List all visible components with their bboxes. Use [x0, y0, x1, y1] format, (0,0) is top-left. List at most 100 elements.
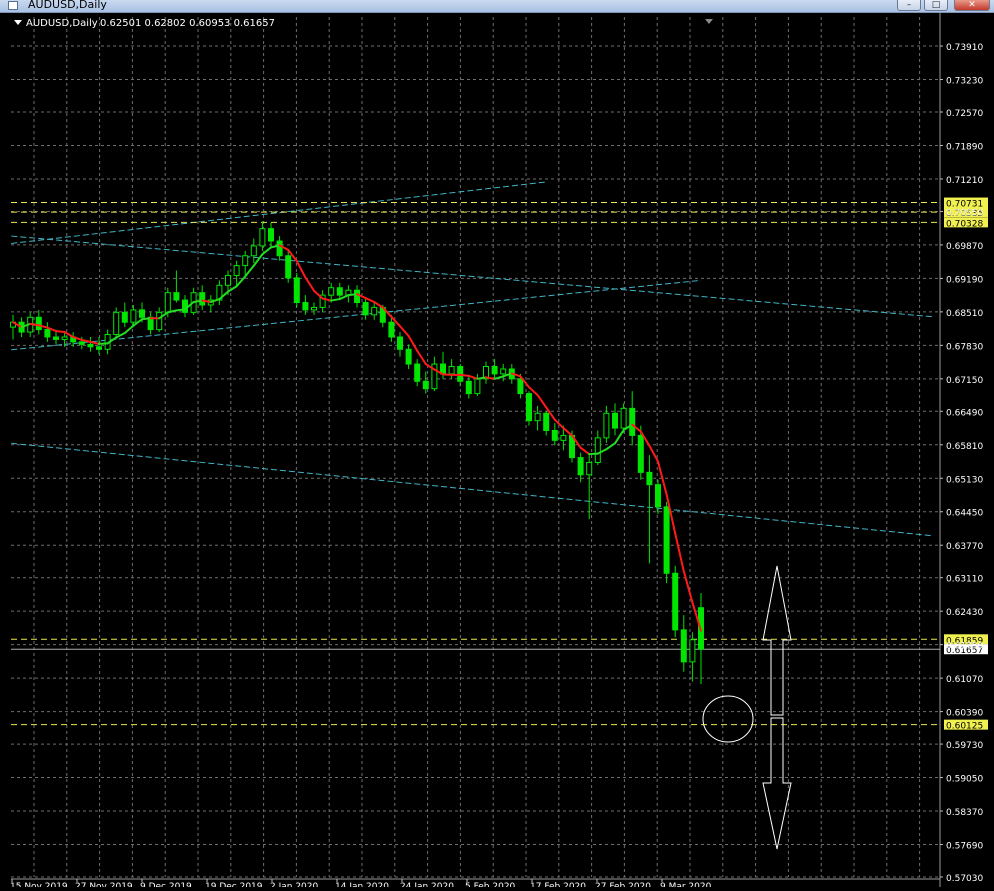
close-button[interactable]: ✕: [954, 0, 990, 11]
ma-segment-up: [340, 295, 349, 299]
ma-segment-down: [563, 428, 572, 435]
ma-segment-down: [305, 277, 314, 290]
ma-segment-down: [400, 326, 409, 336]
price-tick-label: 0.67150: [946, 376, 983, 386]
candle-bear: [544, 413, 549, 430]
candle-bear: [423, 381, 428, 388]
price-tick-label: 0.61750: [946, 642, 983, 652]
candle-bull: [243, 256, 248, 266]
candle-bull: [535, 413, 540, 420]
candle-bear: [277, 241, 282, 256]
candle-bull: [595, 438, 600, 463]
candle-bull: [561, 435, 566, 440]
candle-bull: [690, 640, 695, 662]
price-tick-label: 0.73910: [946, 43, 983, 53]
price-tick-label: 0.59050: [946, 775, 983, 785]
price-tick-label: 0.65810: [946, 442, 983, 452]
trendline-upper[interactable]: [11, 236, 933, 317]
candle-bear: [656, 485, 661, 507]
candle-bear: [303, 303, 308, 310]
candle-bull: [131, 310, 136, 322]
window-title: AUDUSD,Daily: [28, 0, 107, 11]
horizontal-levels[interactable]: 0.707310.705350.703280.618590.601250.616…: [11, 198, 988, 732]
candle-bull: [372, 307, 377, 314]
candle-bear: [269, 229, 274, 241]
ma-segment-down: [56, 331, 65, 332]
candle-bear: [140, 310, 145, 317]
candle-bear: [389, 322, 394, 337]
candle-bear: [174, 293, 179, 300]
date-axis: 15 Nov 201927 Nov 20199 Dec 201919 Dec 2…: [10, 879, 712, 887]
price-tick-label: 0.64450: [946, 509, 983, 519]
candle-bull: [621, 408, 626, 428]
price-tick-label: 0.69870: [946, 242, 983, 252]
candle-bear: [337, 288, 342, 295]
price-tick-label: 0.63770: [946, 542, 983, 552]
chart-shift-icon[interactable]: [705, 19, 713, 24]
price-tick-label: 0.63110: [946, 575, 983, 585]
price-tick-label: 0.71890: [946, 142, 983, 152]
candle-bear: [681, 630, 686, 662]
date-label: 19 Dec 2019: [205, 882, 263, 887]
ma-segment-down: [297, 261, 306, 277]
annotations[interactable]: [703, 566, 791, 849]
price-tick-label: 0.57690: [946, 842, 983, 852]
price-tick-label: 0.57030: [946, 874, 983, 884]
candle-bear: [200, 293, 205, 305]
ma-segment-up: [262, 247, 271, 254]
candle-bear: [286, 256, 291, 278]
price-tick-label: 0.70550: [946, 208, 983, 218]
price-tick-label: 0.62430: [946, 608, 983, 618]
target-ellipse[interactable]: [703, 696, 753, 742]
minimize-button[interactable]: –: [897, 0, 921, 11]
price-tick-label: 0.59730: [946, 741, 983, 751]
price-chart[interactable]: 0.707310.705350.703280.618590.601250.616…: [0, 13, 994, 887]
candle-bull: [114, 312, 119, 334]
price-tick-label: 0.69190: [946, 275, 983, 285]
ma-segment-down: [581, 448, 590, 454]
date-label: 27 Nov 2019: [75, 882, 133, 887]
ma-segment-up: [228, 286, 237, 291]
ma-segment-up: [331, 299, 340, 300]
ma-segment-down: [90, 342, 99, 344]
candle-bear: [492, 367, 497, 374]
price-tick-label: 0.60390: [946, 709, 983, 719]
candle-bear: [630, 408, 635, 435]
candle-bull: [475, 379, 480, 394]
ma-segment-down: [409, 336, 418, 351]
price-axis: 0.739100.732300.725700.718900.712100.705…: [940, 43, 983, 884]
candle-bear: [613, 413, 618, 428]
candle-bear: [647, 472, 652, 484]
ma-segment-down: [469, 376, 478, 379]
chart-window[interactable]: 0.707310.705350.703280.618590.601250.616…: [0, 13, 994, 887]
maximize-button[interactable]: □: [924, 0, 948, 11]
candle-bear: [79, 342, 84, 344]
price-tick-label: 0.58370: [946, 808, 983, 818]
date-label: 14 Jan 2020: [335, 882, 389, 887]
arrow-down-shape[interactable]: [763, 718, 791, 849]
candle-bear: [54, 337, 59, 339]
ma-segment-up: [245, 266, 254, 277]
price-tick-label: 0.72570: [946, 109, 983, 119]
date-label: 2 Jan 2020: [270, 882, 318, 887]
candle-bear: [664, 507, 669, 573]
candle-bear: [466, 381, 471, 393]
ma-segment-up: [495, 376, 504, 378]
date-label: 15 Nov 2019: [10, 882, 68, 887]
ma-segment-up: [348, 294, 357, 295]
candle-bear: [36, 317, 41, 329]
trendlines[interactable]: [11, 182, 933, 536]
arrow-up-shape[interactable]: [763, 566, 791, 715]
ma-segment-down: [30, 324, 39, 325]
candle-bear: [45, 330, 50, 337]
candle-bear: [578, 458, 583, 475]
info-ohlc: 0.62501 0.62802 0.60953 0.61657: [100, 18, 275, 29]
price-tick-label: 0.65130: [946, 475, 983, 485]
window-titlebar[interactable]: AUDUSD,Daily – □ ✕: [0, 0, 994, 13]
trendline-lower[interactable]: [11, 443, 933, 536]
info-dropdown-icon[interactable]: [14, 20, 22, 25]
level-price-label: 0.70328: [946, 219, 983, 229]
price-tick-label: 0.67830: [946, 342, 983, 352]
candle-bull: [604, 413, 609, 438]
candle-bear: [638, 435, 643, 472]
